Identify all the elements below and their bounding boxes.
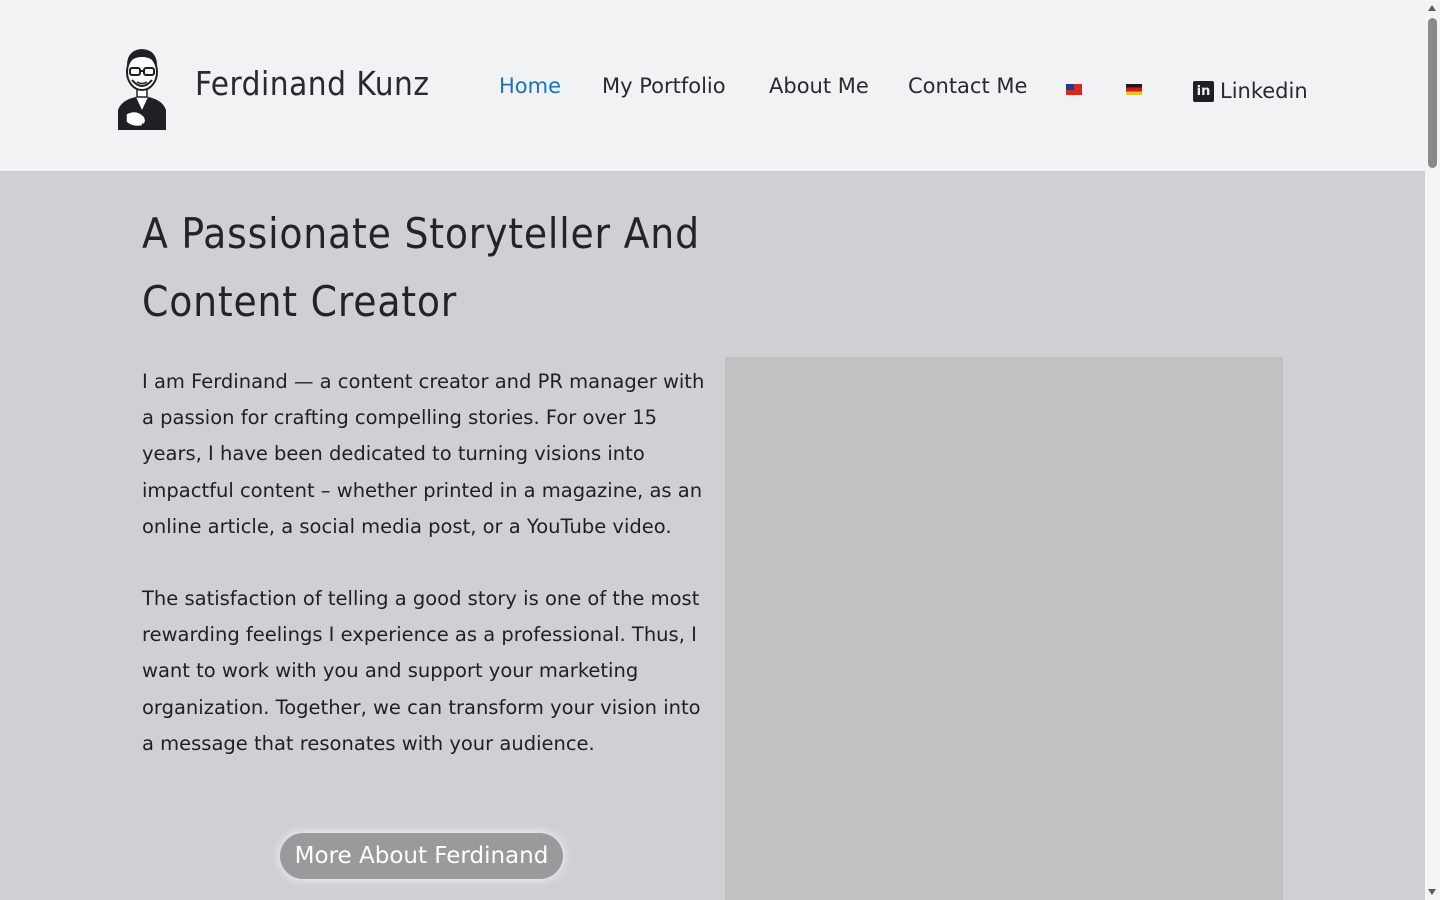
mission-paragraph: The satisfaction of telling a good story…: [142, 587, 701, 755]
vertical-scrollbar[interactable]: [1425, 0, 1440, 900]
hero-title: A Passionate Storyteller And Content Cre…: [142, 209, 700, 326]
site-title[interactable]: Ferdinand Kunz: [195, 64, 429, 103]
germany-flag-icon[interactable]: [1126, 84, 1142, 95]
linkedin-link[interactable]: in Linkedin: [1193, 78, 1308, 104]
scroll-down-arrow-icon[interactable]: [1428, 889, 1436, 895]
linkedin-icon: in: [1193, 80, 1214, 102]
linkedin-label: Linkedin: [1220, 79, 1308, 103]
intro-paragraph: I am Ferdinand — a content creator and P…: [142, 370, 705, 538]
nav-contact-me[interactable]: Contact Me: [908, 74, 1027, 98]
nav-my-portfolio[interactable]: My Portfolio: [602, 74, 726, 98]
scrollbar-thumb[interactable]: [1428, 18, 1437, 168]
media-placeholder: [725, 357, 1283, 900]
site-header: Ferdinand Kunz Home My Portfolio About M…: [0, 0, 1425, 172]
nav-about-me[interactable]: About Me: [769, 74, 869, 98]
taiwan-flag-icon[interactable]: [1066, 84, 1082, 95]
scroll-up-arrow-icon[interactable]: [1428, 5, 1436, 11]
nav-home[interactable]: Home: [499, 74, 561, 98]
more-about-button[interactable]: More About Ferdinand: [280, 833, 563, 879]
logo-avatar-icon[interactable]: [112, 44, 172, 131]
